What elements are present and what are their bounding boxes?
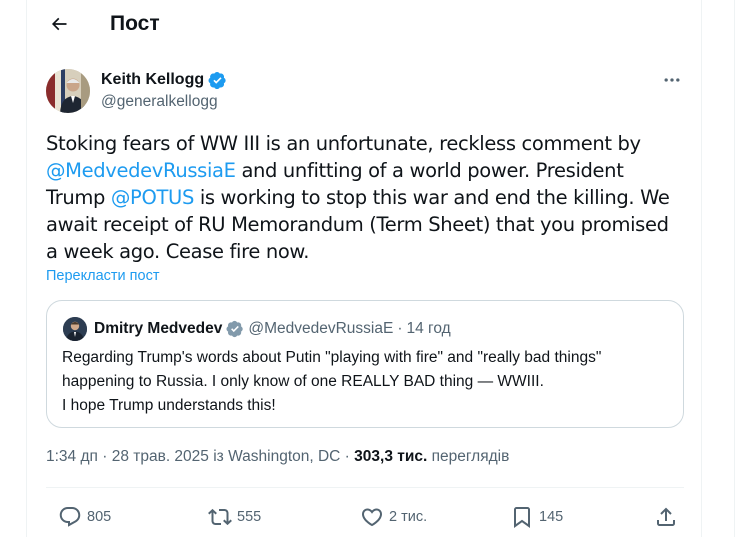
bookmark-count: 145 (539, 509, 564, 525)
more-button[interactable] (659, 70, 685, 90)
post-meta: 1:34 дп · 28 трав. 2025 із Washington, D… (46, 448, 509, 466)
author-name-row: Keith Kellogg (101, 69, 227, 91)
repost-count: 555 (237, 509, 262, 525)
like-button[interactable]: 2 тис. (360, 500, 427, 534)
mention-link[interactable]: @MedvedevRussiaE (46, 159, 236, 182)
share-icon (657, 507, 675, 526)
quote-author-handle[interactable]: @MedvedevRussiaE (248, 320, 393, 338)
quote-separator: · (397, 320, 403, 337)
quote-text: Regarding Trump's words about Putin "pla… (62, 349, 602, 414)
quote-author-name[interactable]: Dmitry Medvedev (94, 320, 222, 338)
tweet-text-segment: Stoking fears of WW III is an unfortunat… (46, 132, 641, 155)
meta-separator: · (340, 448, 355, 465)
post-location: із Washington, DC (208, 448, 341, 465)
like-icon (361, 508, 383, 527)
like-count: 2 тис. (389, 509, 428, 525)
back-arrow-icon (51, 17, 67, 31)
right-panel-edge (734, 0, 739, 537)
divider (46, 487, 684, 488)
quote-avatar[interactable] (63, 317, 87, 341)
more-icon (664, 78, 680, 82)
views-count: 303,3 тис. (354, 448, 428, 465)
post-date[interactable]: 28 трав. 2025 (112, 448, 209, 465)
quoted-post[interactable]: Dmitry Medvedev @MedvedevRussiaE · 14 го… (46, 300, 684, 428)
tweet-text: Stoking fears of WW III is an unfortunat… (46, 130, 686, 265)
reply-button[interactable]: 805 (58, 500, 111, 534)
reply-icon (59, 507, 81, 527)
reply-count: 805 (87, 509, 112, 525)
share-button[interactable] (654, 500, 678, 534)
translate-link[interactable]: Перекласти пост (46, 268, 159, 284)
verified-badge-icon (208, 71, 226, 89)
author-handle[interactable]: @generalkellogg (101, 91, 227, 113)
author-block: Keith Kellogg @generalkellogg (101, 69, 227, 113)
quote-header: Dmitry Medvedev @MedvedevRussiaE · 14 го… (94, 317, 451, 341)
avatar[interactable] (46, 69, 90, 113)
mention-link[interactable]: @POTUS (111, 186, 194, 209)
quote-time[interactable]: 14 год (407, 320, 451, 338)
avatar-image (46, 69, 90, 113)
post-column: Пост Keith Kellogg @generalkellogg Stoki… (26, 0, 702, 537)
verified-badge-icon (226, 320, 244, 338)
repost-button[interactable]: 555 (208, 500, 261, 534)
meta-separator: · (97, 448, 112, 465)
views-label: переглядів (427, 448, 510, 465)
bookmark-button[interactable]: 145 (510, 500, 563, 534)
post-time[interactable]: 1:34 дп (46, 448, 98, 465)
action-bar: 805 555 2 тис. 145 (46, 500, 684, 534)
header: Пост (27, 0, 703, 50)
bookmark-icon (514, 507, 530, 528)
repost-icon (208, 508, 232, 526)
back-button[interactable] (45, 10, 73, 38)
page-title: Пост (110, 12, 160, 35)
quote-avatar-image (63, 317, 87, 341)
author-name[interactable]: Keith Kellogg (101, 71, 204, 89)
